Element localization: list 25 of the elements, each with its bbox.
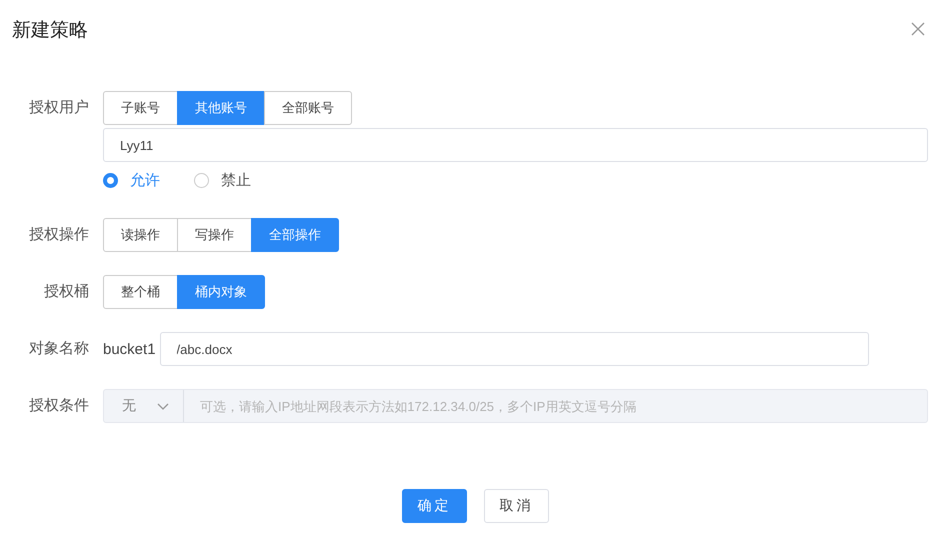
bucket-prefix: bucket1 xyxy=(103,340,156,358)
chevron-down-icon xyxy=(157,402,169,410)
field-label: 授权桶 xyxy=(43,282,89,302)
segment-tab[interactable]: 写操作 xyxy=(177,218,252,252)
radio-label[interactable]: 允许 xyxy=(130,170,160,190)
segment-tab[interactable]: 读操作 xyxy=(103,218,178,252)
close-icon[interactable] xyxy=(911,22,925,36)
segment-tab[interactable]: 整个桶 xyxy=(103,275,178,309)
dialog-title: 新建策略 xyxy=(12,19,88,43)
radio-button[interactable] xyxy=(194,172,209,188)
account-input[interactable]: Lyy11 xyxy=(103,128,928,162)
segment-tab[interactable]: 其他账号 xyxy=(177,91,265,125)
confirm-button[interactable]: 确定 xyxy=(402,489,467,523)
segment-tab[interactable]: 桶内对象 xyxy=(177,275,265,309)
segment-tab[interactable]: 全部操作 xyxy=(251,218,339,252)
segment-tab[interactable]: 全部账号 xyxy=(264,91,352,125)
radio-button[interactable] xyxy=(103,172,118,188)
cancel-button[interactable]: 取消 xyxy=(484,489,549,523)
segment-tab[interactable]: 子账号 xyxy=(103,91,178,125)
field-label: 授权操作 xyxy=(28,225,89,245)
field-label: 授权条件 xyxy=(28,396,89,416)
field-label: 对象名称 xyxy=(28,339,89,359)
field-label: 授权用户 xyxy=(28,98,89,118)
object-input[interactable]: /abc.docx xyxy=(160,332,869,366)
radio-label[interactable]: 禁止 xyxy=(221,170,251,190)
